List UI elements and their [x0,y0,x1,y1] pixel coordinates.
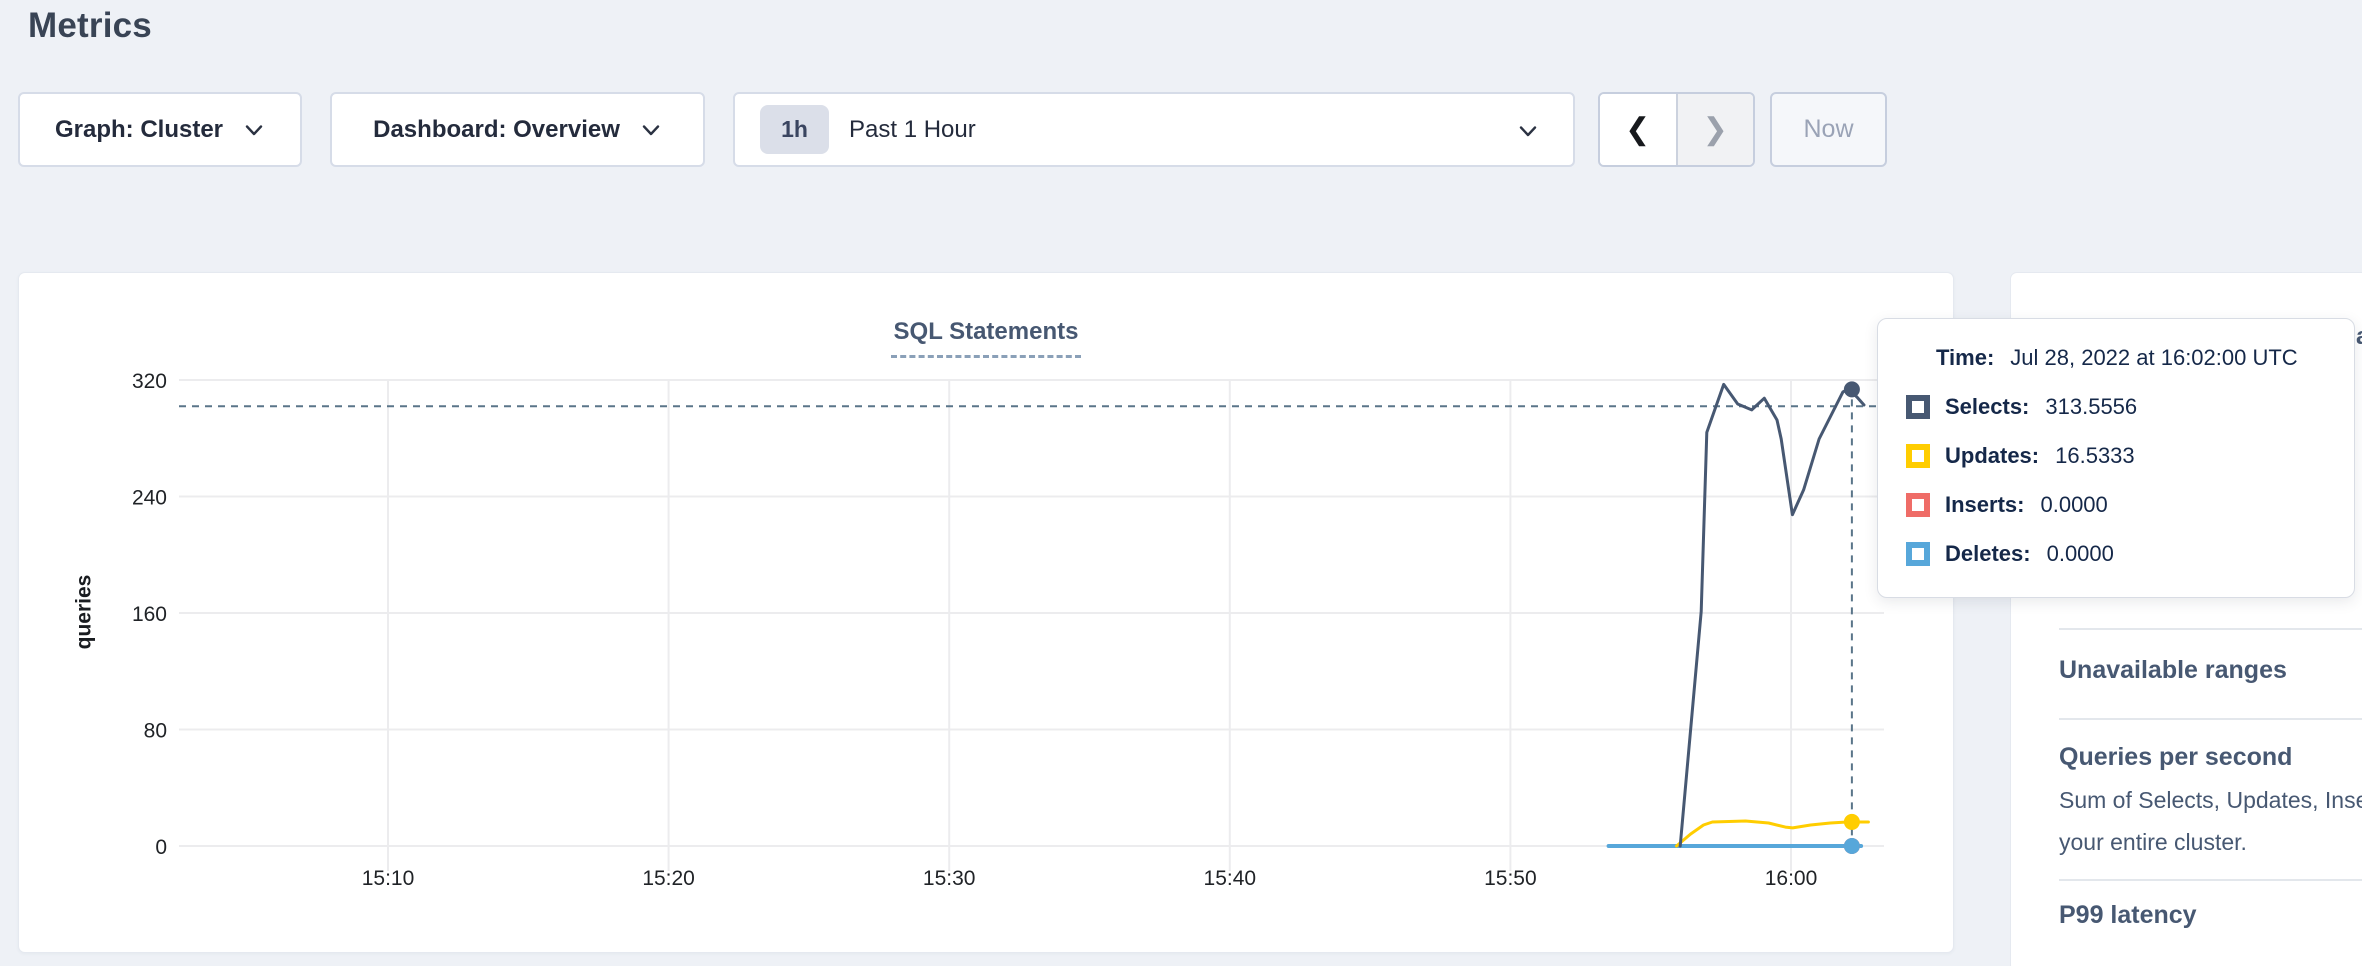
clipped-chart-title-fragment: a [2356,323,2362,351]
sql-statements-chart-card: SQL Statements queries 08016024032015:10… [18,272,1954,953]
svg-text:15:50: 15:50 [1484,867,1537,890]
tooltip-row-label: Selects: [1945,394,2029,420]
divider [2059,628,2362,630]
dashboard-dropdown[interactable]: Dashboard: Overview [330,92,705,167]
tooltip-row-updates: Updates: 16.5333 [1906,443,2354,469]
tooltip-time-value: Jul 28, 2022 at 16:02:00 UTC [2010,345,2297,371]
tooltip-row-label: Inserts: [1945,492,2024,518]
page-title: Metrics [28,6,152,46]
metrics-page: { "page": { "title": "Metrics", "backgro… [0,0,2362,966]
queries-per-second-description-line2: your entire cluster. [2059,829,2247,856]
time-range-picker[interactable]: 1h Past 1 Hour [733,92,1575,167]
tooltip-time-label: Time: [1936,345,1994,371]
chevron-down-icon [640,119,662,141]
chevron-right-icon: ❯ [1703,115,1728,145]
tooltip-row-value: 0.0000 [2047,541,2114,567]
tooltip-row-selects: Selects: 313.5556 [1906,394,2354,420]
time-range-badge: 1h [760,105,829,154]
chevron-down-icon [243,119,265,141]
inserts-series-swatch-icon [1906,493,1930,517]
summary-item-queries-per-second: Queries per second [2059,743,2292,772]
queries-per-second-description-line1: Sum of Selects, Updates, Inserts and Del… [2059,787,2362,814]
chart-hover-tooltip: Time: Jul 28, 2022 at 16:02:00 UTC Selec… [1877,318,2355,598]
tooltip-row-value: 0.0000 [2040,492,2107,518]
svg-text:15:10: 15:10 [362,867,415,890]
tooltip-row-label: Deletes: [1945,541,2031,567]
sql-statements-chart[interactable]: 0 80 160 240 320 15:10 15:20 15:30 15:40 15:50 16:… [19,273,1955,954]
graph-dropdown-label: Graph: Cluster [55,116,223,144]
svg-text:80: 80 [144,720,167,743]
divider [2059,879,2362,881]
chevron-down-icon [1517,120,1539,142]
time-pager: ❮ ❯ [1598,92,1755,167]
chevron-left-icon: ❮ [1625,115,1650,145]
svg-text:0: 0 [155,836,167,859]
summary-item-unavailable-ranges: Unavailable ranges [2059,656,2287,685]
svg-text:160: 160 [132,603,167,626]
tooltip-row-inserts: Inserts: 0.0000 [1906,492,2354,518]
deletes-series-swatch-icon [1906,542,1930,566]
svg-text:15:40: 15:40 [1204,867,1257,890]
tooltip-row-label: Updates: [1945,443,2039,469]
svg-text:320: 320 [132,370,167,393]
tooltip-time-row: Time: Jul 28, 2022 at 16:02:00 UTC [1936,345,2354,371]
dashboard-dropdown-label: Dashboard: Overview [373,116,620,144]
svg-text:15:30: 15:30 [923,867,976,890]
summary-item-p99-latency: P99 latency [2059,901,2197,930]
next-timeframe-button[interactable]: ❯ [1678,94,1754,165]
graph-dropdown[interactable]: Graph: Cluster [18,92,302,167]
now-button[interactable]: Now [1770,92,1887,167]
svg-text:15:20: 15:20 [642,867,695,890]
divider [2059,718,2362,720]
tooltip-row-value: 313.5556 [2045,394,2137,420]
time-range-label: Past 1 Hour [849,116,976,144]
previous-timeframe-button[interactable]: ❮ [1600,94,1678,165]
tooltip-row-deletes: Deletes: 0.0000 [1906,541,2354,567]
now-button-label: Now [1803,115,1853,144]
svg-text:240: 240 [132,487,167,510]
tooltip-row-value: 16.5333 [2055,443,2135,469]
selects-series-swatch-icon [1906,395,1930,419]
svg-text:16:00: 16:00 [1765,867,1818,890]
updates-series-swatch-icon [1906,444,1930,468]
